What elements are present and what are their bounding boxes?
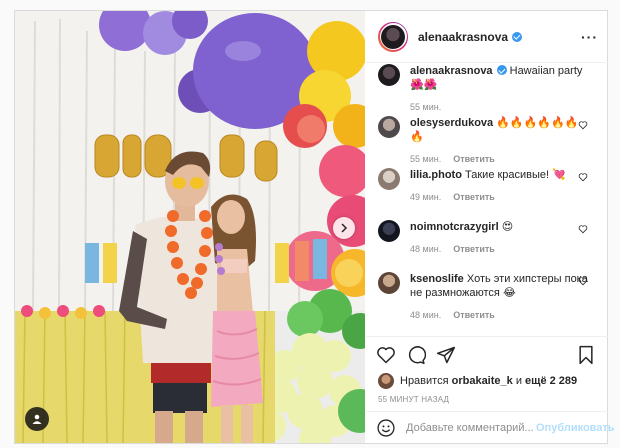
comment-username[interactable]: olesyserdukova [410,117,493,129]
post-modal: alenaakrasnova ··· alenaakrasnova Hawaii… [14,10,615,444]
post-header: alenaakrasnova ··· [366,11,608,63]
caption-username[interactable]: alenaakrasnova [410,65,493,77]
reply-button[interactable]: Ответить [453,154,495,164]
liker-username[interactable]: orbakaite_k [452,375,513,387]
comment-text: 😍 [501,221,514,233]
author-username[interactable]: alenaakrasnova [418,30,523,44]
commenter-avatar[interactable] [378,168,400,190]
liker-avatar[interactable] [378,373,394,389]
comment-username[interactable]: noimnotcrazygirl [410,221,499,233]
heart-icon[interactable] [578,120,588,130]
comment-time: 55 мин. [410,154,442,164]
verified-badge-icon [512,31,523,42]
comment-username[interactable]: ksenoslife [410,273,464,285]
post-timestamp[interactable]: 55 МИНУТ НАЗАД [378,395,449,404]
reply-button[interactable]: Ответить [453,244,495,254]
comment-input[interactable] [406,422,536,434]
more-options-button[interactable]: ··· [581,29,598,45]
user-tags-button[interactable] [25,407,49,431]
next-photo-button[interactable] [333,217,355,239]
likes-count[interactable]: ещё 2 289 [525,375,577,387]
reply-button[interactable]: Ответить [453,310,495,320]
publish-button[interactable]: Опубликовать [536,422,615,434]
reply-button[interactable]: Ответить [453,192,495,202]
commenter-avatar[interactable] [378,220,400,242]
commenter-avatar[interactable] [378,272,400,294]
likes-summary: Нравится orbakaite_k и ещё 2 289 [378,373,577,389]
heart-icon[interactable] [578,224,588,234]
commenter-avatar[interactable] [378,116,400,138]
post-side-panel: alenaakrasnova ··· alenaakrasnova Hawaii… [366,11,615,444]
author-avatar[interactable] [378,21,408,52]
party-photo [15,11,365,443]
user-tag-icon [32,414,42,424]
smile-icon[interactable] [376,418,396,438]
caption-time: 55 мин. [410,102,442,112]
chevron-right-icon [341,223,348,233]
comments-list: alenaakrasnova Hawaiian party 🌺🌺 55 мин.… [366,64,608,336]
caption-avatar[interactable] [378,64,400,86]
post-actions: Нравится orbakaite_k и ещё 2 289 55 МИНУ… [366,336,615,444]
add-comment-bar: Опубликовать [366,411,615,444]
bookmark-icon[interactable] [576,345,596,365]
verified-badge-icon [496,65,507,75]
heart-icon[interactable] [578,172,588,182]
comment-username[interactable]: lilia.photo [410,169,462,181]
comment-time: 48 мин. [410,244,442,254]
comment-text: Такие красивые! 💘 [465,169,566,181]
more-horizontal-icon: ··· [581,28,598,45]
comment-time: 49 мин. [410,192,442,202]
page: alenaakrasnova ··· alenaakrasnova Hawaii… [0,0,620,448]
post-photo[interactable] [15,11,365,443]
comment-icon[interactable] [406,345,426,365]
heart-icon[interactable] [376,345,396,365]
paper-plane-icon[interactable] [436,345,456,365]
heart-icon[interactable] [578,276,588,286]
comment-time: 48 мин. [410,310,442,320]
